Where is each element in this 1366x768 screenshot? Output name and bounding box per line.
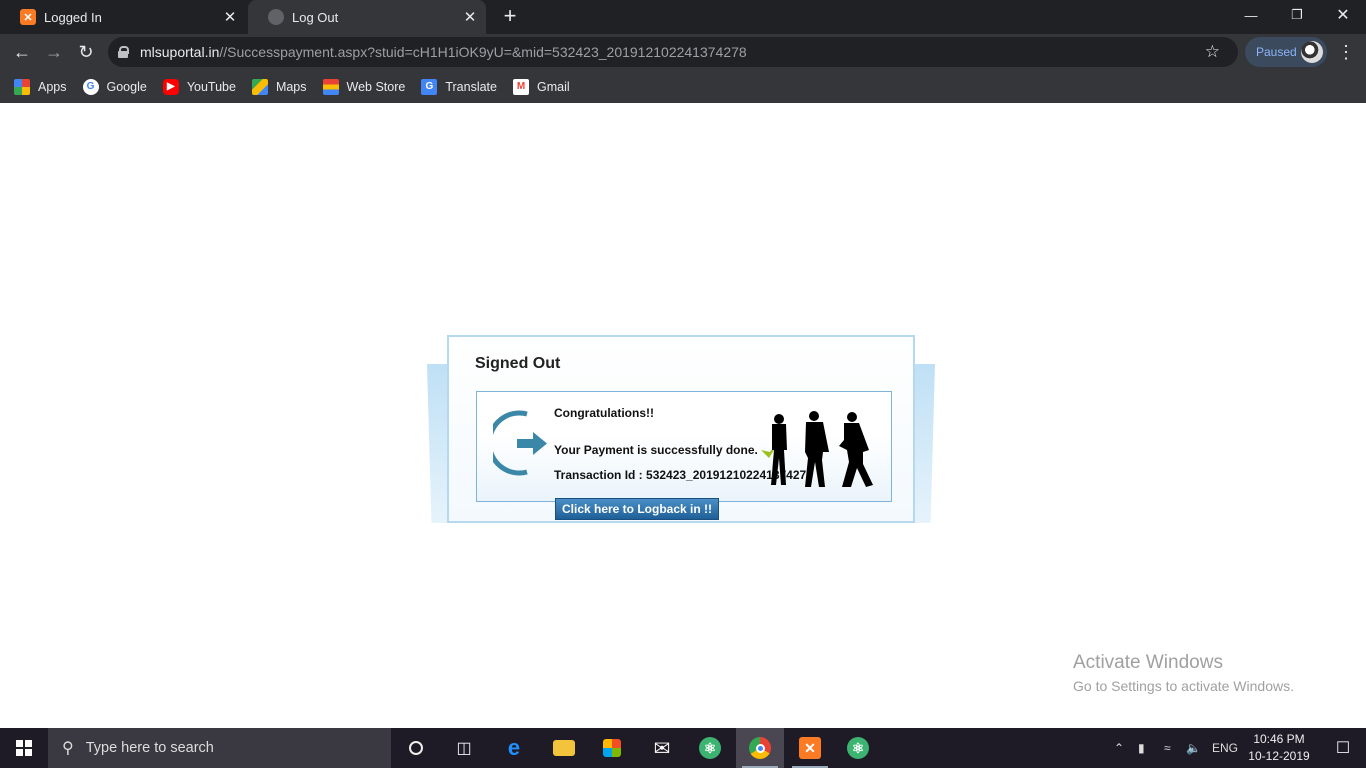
taskbar: ⚲ Type here to search ◫ e ✉ ⚛ ✕ ⚛ ⌃ ▮ ≈ … [0,728,1366,768]
tab-title: Logged In [44,9,102,25]
bookmarks-bar: Apps G Google ▶ YouTube Maps Web Store G… [0,70,1366,103]
new-tab-button[interactable]: + [498,5,522,29]
maps-icon [251,78,268,95]
profile-status: Paused [1256,45,1297,59]
restore-button[interactable]: ❐ [1274,0,1320,30]
cortana-icon[interactable] [392,728,440,768]
webstore-icon [322,78,339,95]
logout-arrow-icon [493,410,547,476]
store-icon[interactable] [588,728,636,768]
wifi-icon[interactable]: ≈ [1164,728,1171,768]
profile-button[interactable]: Paused [1245,37,1327,67]
bookmark-star-icon[interactable]: ☆ [1205,42,1220,62]
clock-time: 10:46 PM [1253,732,1305,746]
taskbar-search[interactable]: ⚲ Type here to search [48,728,391,768]
activate-windows-watermark: Activate Windows Go to Settings to activ… [1073,652,1294,694]
bookmark-label: Web Store [346,79,406,94]
tab-log-out[interactable]: Log Out ✕ [248,0,486,34]
page-content: Signed Out Congratulations!! Your Paymen… [0,103,1366,728]
clock-date: 10-12-2019 [1248,749,1310,763]
success-message-box: Congratulations!! Your Payment is succes… [476,391,892,502]
back-icon[interactable]: ← [8,38,36,66]
xampp-icon: ✕ [20,9,36,25]
menu-dots-icon[interactable]: ⋮ [1337,38,1355,66]
google-icon: G [82,78,99,95]
close-tab-icon[interactable]: ✕ [220,7,240,27]
gmail-icon: M [513,78,529,95]
bookmark-label: Gmail [537,79,570,94]
address-bar[interactable]: mlsuportal.in //Successpayment.aspx?stui… [108,37,1238,67]
bookmark-webstore[interactable]: Web Store [322,78,406,95]
url-path: //Successpayment.aspx?stuid=cH1H1iOK9yU=… [219,44,747,60]
notification-icon[interactable]: ☐ [1320,728,1366,768]
tab-title: Log Out [292,9,339,25]
lock-icon[interactable] [118,46,129,58]
edge-icon[interactable]: e [490,728,538,768]
atom-editor-icon[interactable]: ⚛ [686,728,734,768]
bookmark-apps[interactable]: Apps [14,78,67,95]
atom-editor-icon-2[interactable]: ⚛ [834,728,882,768]
watermark-title: Activate Windows [1073,652,1223,673]
apps-icon [14,78,30,95]
url-host: mlsuportal.in [140,44,220,60]
reload-icon[interactable]: ↻ [72,38,100,66]
tab-strip: ✕ Logged In ✕ Log Out ✕ + — ❐ ✕ [0,0,1366,34]
windows-logo-icon [16,740,32,756]
congrats-text: Congratulations!! [554,406,654,420]
close-tab-icon[interactable]: ✕ [460,7,480,27]
bookmark-label: YouTube [186,79,236,94]
search-icon: ⚲ [62,740,74,757]
task-view-icon[interactable]: ◫ [440,728,488,768]
taskbar-clock[interactable]: 10:46 PM 10-12-2019 [1244,731,1314,765]
panel-title: Signed Out [475,355,561,372]
panel-right-wing [913,364,935,523]
bookmark-label: Google [106,79,147,94]
bookmark-label: Apps [38,79,67,94]
browser-toolbar: ← → ↻ mlsuportal.in //Successpayment.asp… [0,34,1366,70]
bookmark-google[interactable]: G Google [82,78,147,95]
bookmark-label: Maps [275,79,307,94]
close-window-button[interactable]: ✕ [1320,0,1366,30]
globe-icon [268,9,284,25]
battery-icon[interactable]: ▮ [1138,728,1145,768]
language-indicator[interactable]: ENG [1212,728,1238,768]
forward-icon[interactable]: → [40,38,68,66]
show-hidden-icons[interactable]: ⌃ [1114,728,1124,768]
bookmark-gmail[interactable]: M Gmail [513,78,570,95]
chrome-icon[interactable] [736,728,784,768]
avatar [1301,41,1323,63]
file-explorer-icon[interactable] [540,728,588,768]
people-silhouette-icon [761,411,873,487]
xampp-taskbar-icon[interactable]: ✕ [786,728,834,768]
youtube-icon: ▶ [162,78,179,95]
payment-success-text: Your Payment is successfully done. [554,443,758,457]
tab-logged-in[interactable]: ✕ Logged In ✕ [0,0,246,34]
volume-muted-icon[interactable]: 🔈 [1186,728,1201,768]
watermark-subtitle: Go to Settings to activate Windows. [1073,678,1294,694]
bookmark-label: Translate [445,79,497,94]
bookmark-maps[interactable]: Maps [251,78,307,95]
minimize-button[interactable]: — [1228,0,1274,30]
mail-icon[interactable]: ✉ [638,728,686,768]
signout-panel: Signed Out Congratulations!! Your Paymen… [447,335,915,523]
bookmark-youtube[interactable]: ▶ YouTube [162,78,236,95]
start-button[interactable] [0,728,48,768]
logback-button[interactable]: Click here to Logback in !! [555,498,719,520]
translate-icon: G [421,78,438,95]
bookmark-translate[interactable]: G Translate [421,78,497,95]
panel-left-wing [427,364,449,523]
search-placeholder: Type here to search [85,740,214,756]
